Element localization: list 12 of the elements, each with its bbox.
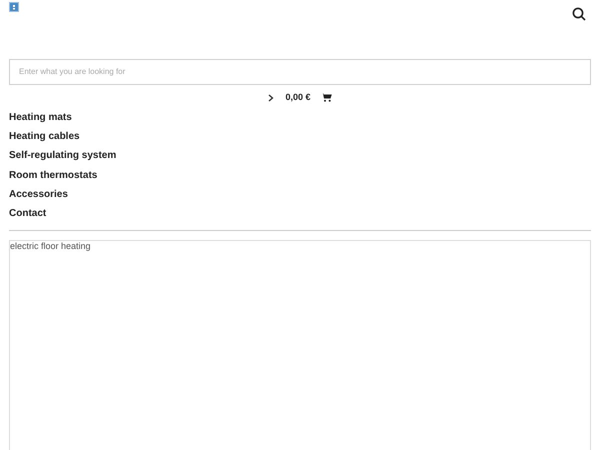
image-alt-text: electric floor heating xyxy=(10,240,91,252)
menu-link[interactable]: Heating mats xyxy=(9,108,72,127)
menu-link[interactable]: Heating cables xyxy=(9,126,80,146)
search-field[interactable]: Enter what you are looking for xyxy=(9,58,591,84)
cart-total: 0,00 € xyxy=(285,90,311,104)
search-icon[interactable] xyxy=(572,7,586,21)
menu-link[interactable]: Accessories xyxy=(9,185,68,204)
chevron-right-icon[interactable] xyxy=(268,94,274,102)
menu-link[interactable]: Room thermostats xyxy=(9,166,98,186)
menu-link[interactable]: Self-regulating system xyxy=(9,146,116,166)
menu-link[interactable]: Contact xyxy=(9,204,46,224)
cart-icon[interactable] xyxy=(320,93,332,102)
